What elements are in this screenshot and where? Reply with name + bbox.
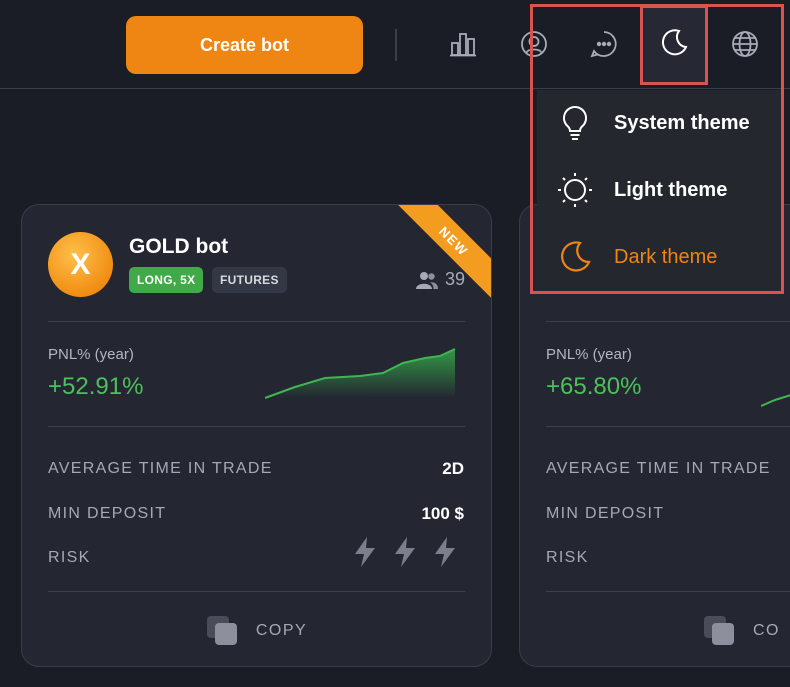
toolbar-divider <box>395 29 397 61</box>
moon-icon <box>661 29 688 56</box>
theme-toggle-button[interactable] <box>640 5 708 85</box>
avg-time-value: 2D <box>442 459 464 478</box>
theme-option-label: System theme <box>614 111 750 134</box>
min-deposit-value: 100 $ <box>421 504 464 523</box>
sun-icon <box>558 173 592 207</box>
market-tag: FUTURES <box>212 267 287 293</box>
top-bar: Create bot <box>0 0 790 89</box>
divider <box>48 426 465 427</box>
divider <box>48 321 465 322</box>
copy-label: COPY <box>255 622 308 639</box>
lightning-icon <box>355 537 375 567</box>
lightbulb-icon <box>563 105 587 140</box>
copy-label: CO <box>753 622 780 639</box>
bot-name[interactable]: GOLD bot <box>129 235 228 259</box>
pnl-label: PNL% (year) <box>48 346 134 363</box>
theme-menu: System theme Light theme Dark theme <box>537 90 781 291</box>
position-tag: LONG, 5X <box>129 267 204 293</box>
bot-avatar: X <box>48 232 113 297</box>
divider <box>546 321 790 322</box>
copy-button[interactable]: CO <box>703 615 780 647</box>
avg-time-label: AVERAGE TIME IN TRADE <box>48 460 273 477</box>
risk-label: RISK <box>546 549 589 566</box>
users-icon <box>415 271 438 289</box>
moon-icon <box>561 241 591 272</box>
theme-option-label: Dark theme <box>614 245 718 268</box>
followers-count: 39 <box>415 269 465 290</box>
pnl-value: +52.91% <box>48 373 144 400</box>
create-bot-button[interactable]: Create bot <box>126 16 363 74</box>
divider <box>48 591 465 592</box>
copy-button[interactable]: COPY <box>22 615 491 647</box>
pnl-sparkline <box>761 394 790 407</box>
risk-label: RISK <box>48 549 91 566</box>
theme-option-light[interactable]: Light theme <box>537 160 781 220</box>
lightning-icon <box>395 537 415 567</box>
pnl-label: PNL% (year) <box>546 346 632 363</box>
chat-icon[interactable] <box>586 26 622 62</box>
min-deposit-label: MIN DEPOSIT <box>48 505 167 522</box>
user-circle-icon[interactable] <box>516 26 552 62</box>
min-deposit-label: MIN DEPOSIT <box>546 505 665 522</box>
bar-chart-icon[interactable] <box>445 26 481 62</box>
avg-time-label: AVERAGE TIME IN TRADE <box>546 460 771 477</box>
bot-card[interactable]: NEW X GOLD bot LONG, 5X FUTURES 39 PNL% … <box>21 204 492 667</box>
copy-icon <box>704 616 734 645</box>
copy-icon <box>206 616 237 645</box>
risk-indicator <box>352 536 458 568</box>
globe-icon[interactable] <box>727 26 763 62</box>
followers-value: 39 <box>444 269 465 289</box>
theme-option-dark[interactable]: Dark theme <box>537 227 781 287</box>
theme-option-label: Light theme <box>614 178 728 201</box>
pnl-value: +65.80% <box>546 373 642 400</box>
lightning-icon <box>435 537 455 567</box>
divider <box>546 591 790 592</box>
theme-option-system[interactable]: System theme <box>537 93 781 153</box>
pnl-sparkline <box>265 348 456 399</box>
divider <box>546 426 790 427</box>
